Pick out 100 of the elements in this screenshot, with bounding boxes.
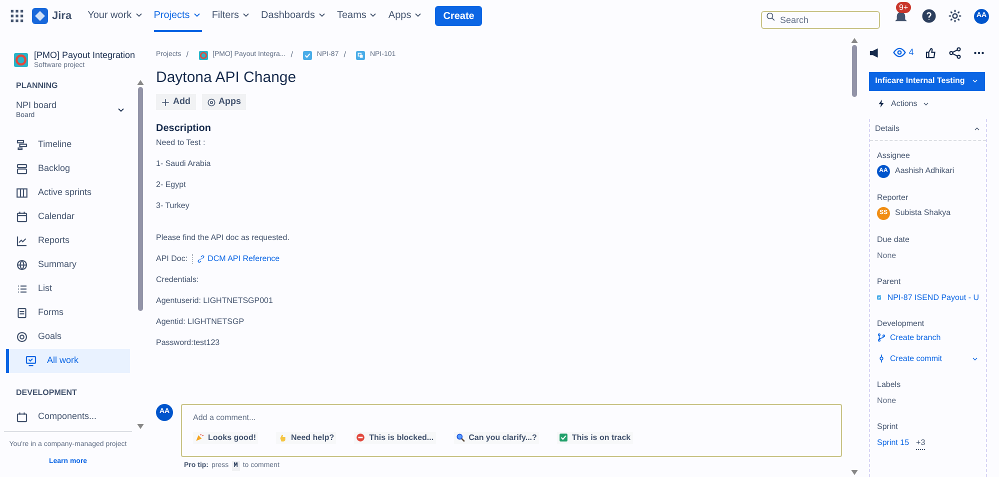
create-button[interactable]: Create	[435, 6, 482, 26]
breadcrumb-separator: /	[186, 49, 189, 61]
issue-title[interactable]: Daytona API Change	[156, 68, 842, 88]
field-value[interactable]: Aashish Adhikari	[895, 165, 954, 177]
project-name[interactable]: [PMO] Payout Integration	[34, 50, 136, 61]
nav-menu[interactable]: Projects	[154, 0, 202, 32]
scrollbar-thumb[interactable]	[138, 87, 142, 311]
create-branch-link[interactable]: Create branch	[877, 332, 979, 344]
sidebar-item[interactable]: Summary	[0, 253, 136, 277]
nav-menu[interactable]: Filters	[212, 0, 252, 32]
quick-reply-button[interactable]: This is blocked...	[354, 432, 436, 444]
status-button[interactable]: Inficare Internal Testing	[869, 72, 985, 90]
lightning-icon	[877, 99, 886, 108]
comment-field[interactable]: Add a comment...	[193, 412, 830, 424]
commit-icon	[877, 354, 886, 363]
megaphone-icon	[869, 46, 881, 59]
party-popper-icon	[195, 433, 204, 442]
section-heading: DEVELOPMENT	[15, 387, 78, 399]
settings-icon	[948, 9, 962, 23]
sprint-link[interactable]: Sprint 15	[877, 437, 910, 449]
form-icon	[16, 307, 28, 319]
list-icon	[16, 283, 28, 295]
scroll-up-icon[interactable]	[136, 80, 144, 85]
sidebar-item[interactable]: Calendar	[0, 205, 136, 229]
blocked-icon	[356, 433, 366, 442]
watch-button[interactable]: 4	[892, 46, 914, 60]
scroll-up-icon[interactable]	[850, 38, 858, 43]
reference-link[interactable]: DCM API Reference	[192, 254, 280, 264]
create-commit-link[interactable]: Create commit	[877, 352, 942, 364]
branch-icon	[877, 333, 886, 342]
globe-icon	[16, 259, 28, 271]
link-icon	[196, 255, 205, 263]
section-heading: Description	[156, 123, 212, 135]
more-sprints-link[interactable]: +3	[916, 436, 926, 450]
notification-badge: 9+	[896, 2, 912, 13]
search-icon	[766, 12, 775, 21]
sidebar-item[interactable]: All work	[6, 349, 130, 373]
nav-menu[interactable]: Teams	[336, 0, 378, 32]
field-label: Development	[877, 318, 926, 328]
toolbar-button[interactable]: Add	[156, 94, 196, 110]
field-value[interactable]: None	[877, 394, 896, 406]
description-text: 1- Saudi Arabia	[156, 159, 211, 169]
share-icon	[949, 46, 962, 59]
field-value[interactable]: None	[877, 250, 896, 262]
field-label: Sprint	[877, 422, 899, 432]
columns-icon	[16, 187, 28, 199]
field-label: Due date	[877, 234, 910, 244]
field-label: Assignee	[877, 150, 911, 160]
comment-box[interactable]: Add a comment... Looks good! Need help? This is blocked... Can you clarify...? This is on track	[181, 404, 842, 456]
description-text: Please find the API doc as requested.	[156, 233, 290, 243]
monitor-icon	[25, 355, 37, 367]
quick-reply-button[interactable]: This is on track	[556, 432, 633, 444]
checkbox-icon	[877, 293, 882, 302]
description-text: API Doc:	[156, 254, 188, 264]
sidebar-item[interactable]: Forms	[0, 301, 136, 325]
breadcrumb-separator: /	[344, 49, 346, 61]
product-name[interactable]: Jira	[52, 8, 72, 24]
app-grid-icon	[10, 9, 24, 23]
sidebar-item[interactable]: Components...	[0, 405, 136, 429]
hand-icon	[278, 433, 287, 442]
eye-icon	[892, 46, 906, 60]
nav-menu[interactable]: Your work	[88, 0, 144, 32]
help-icon	[922, 9, 936, 23]
timeline-icon	[16, 139, 28, 151]
field-value[interactable]: Subista Shakya	[895, 207, 951, 219]
chevron-down-icon	[971, 354, 979, 362]
quick-reply-button[interactable]: Looks good!	[193, 432, 258, 444]
nav-menu[interactable]: Apps	[388, 0, 424, 32]
sidebar-item[interactable]: Timeline	[0, 133, 136, 157]
field-label: Reporter	[877, 192, 910, 202]
lifebuoy-icon	[14, 53, 28, 67]
checkbox-icon	[302, 50, 312, 60]
scroll-down-icon[interactable]	[850, 470, 858, 475]
calendar-icon	[16, 411, 28, 423]
nav-menu[interactable]: Dashboards	[261, 0, 327, 32]
plus-icon	[161, 98, 170, 106]
sidebar-item[interactable]: List	[0, 277, 136, 301]
chevron-up-icon	[973, 125, 981, 133]
jira-logo-icon[interactable]	[32, 8, 48, 24]
field-label: Parent	[877, 276, 902, 286]
field-label: Labels	[877, 380, 902, 390]
actions-button[interactable]: Actions	[877, 98, 930, 110]
description-text: Agentid: LIGHTNETSGP	[156, 317, 244, 327]
description-text: 3- Turkey	[156, 201, 190, 211]
parent-link[interactable]: NPI-87 ISEND Payout - U	[887, 292, 979, 304]
sidebar-item[interactable]: Active sprints	[0, 181, 136, 205]
details-header[interactable]: Details	[870, 118, 986, 140]
sidebar-item[interactable]: Backlog	[0, 157, 136, 181]
stack-icon	[16, 163, 28, 175]
chevron-down-icon	[922, 100, 930, 108]
scroll-down-icon[interactable]	[136, 424, 144, 429]
scrollbar-thumb[interactable]	[852, 45, 856, 97]
search-field[interactable]: Search	[761, 11, 880, 29]
quick-reply-button[interactable]: Need help?	[276, 432, 336, 444]
sidebar-item[interactable]: Goals	[0, 325, 136, 349]
description-text: Credentials:	[156, 275, 199, 285]
sidebar-item[interactable]: Reports	[0, 229, 136, 253]
toolbar-button[interactable]: Apps	[202, 94, 246, 110]
quick-reply-button[interactable]: Can you clarify...?	[454, 432, 539, 444]
subtask-icon	[356, 50, 365, 60]
